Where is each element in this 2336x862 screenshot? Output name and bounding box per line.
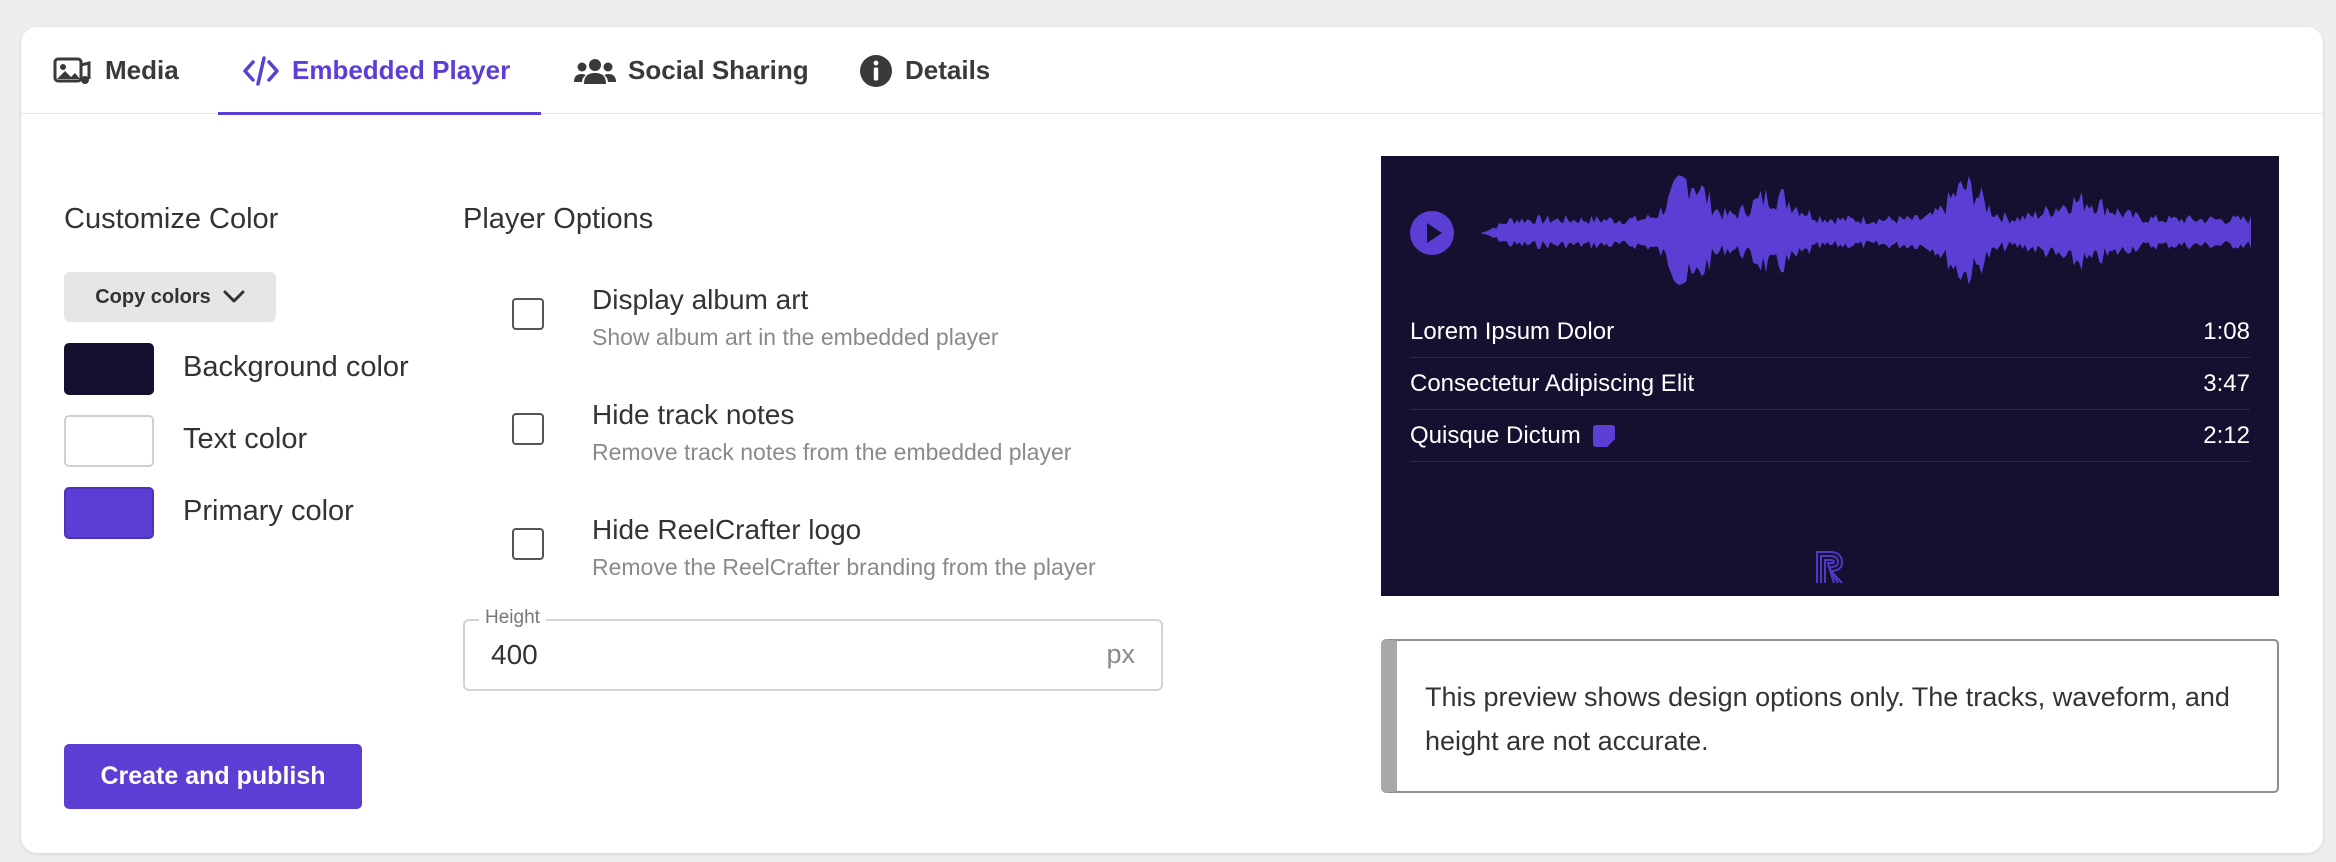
copy-colors-label: Copy colors	[95, 285, 211, 308]
background-color-label: Background color	[183, 351, 409, 383]
tab-media-label: Media	[105, 55, 179, 85]
tab-embedded-player[interactable]: Embedded Player	[218, 27, 541, 115]
hide-logo-title: Hide ReelCrafter logo	[592, 514, 862, 545]
track-title: Consectetur Adipiscing Elit	[1410, 369, 1695, 397]
users-icon	[574, 58, 616, 84]
track-duration: 3:47	[2203, 369, 2250, 397]
text-color-swatch[interactable]	[64, 415, 154, 467]
tab-social-sharing-label: Social Sharing	[628, 55, 809, 85]
height-field: Height px	[463, 607, 1163, 691]
player-preview: Lorem Ipsum Dolor 1:08 Consectetur Adipi…	[1381, 156, 2279, 596]
tab-details-label: Details	[905, 55, 991, 85]
embed-settings-card: Media Embedded Player Social Sharing Det…	[21, 27, 2323, 853]
code-icon	[243, 55, 279, 86]
hide-logo-desc: Remove the ReelCrafter branding from the…	[592, 554, 1096, 580]
copy-colors-button[interactable]: Copy colors	[64, 272, 276, 322]
hide-track-notes-title: Hide track notes	[592, 399, 795, 430]
primary-color-label: Primary color	[183, 495, 354, 527]
player-options-title: Player Options	[463, 203, 654, 235]
hide-logo-checkbox[interactable]	[512, 528, 544, 560]
hide-track-notes-checkbox[interactable]	[512, 413, 544, 445]
reelcrafter-logo-icon	[1816, 551, 1844, 584]
tab-bar: Media Embedded Player Social Sharing Det…	[21, 27, 2323, 115]
tab-details[interactable]: Details	[859, 27, 990, 114]
preview-notice: This preview shows design options only. …	[1381, 639, 2279, 793]
waveform[interactable]	[1481, 158, 2251, 308]
track-row-2[interactable]: Consectetur Adipiscing Elit 3:47	[1410, 358, 2250, 410]
track-row-1[interactable]: Lorem Ipsum Dolor 1:08	[1410, 306, 2250, 358]
play-icon[interactable]	[1410, 211, 1454, 255]
hide-track-notes-desc: Remove track notes from the embedded pla…	[592, 439, 1072, 465]
display-album-art-title: Display album art	[592, 284, 809, 315]
tab-embedded-player-label: Embedded Player	[292, 55, 511, 85]
track-title: Lorem Ipsum Dolor	[1410, 317, 1615, 345]
track-title: Quisque Dictum	[1410, 421, 1581, 449]
tab-social-sharing[interactable]: Social Sharing	[574, 27, 809, 114]
text-color-label: Text color	[183, 423, 308, 455]
media-icon	[53, 57, 91, 84]
display-album-art-checkbox[interactable]	[512, 298, 544, 330]
height-label: Height	[479, 607, 546, 629]
tab-media[interactable]: Media	[53, 27, 179, 114]
create-and-publish-button[interactable]: Create and publish	[64, 744, 362, 809]
primary-color-swatch[interactable]	[64, 487, 154, 539]
track-row-3[interactable]: Quisque Dictum 2:12	[1410, 410, 2250, 462]
track-duration: 2:12	[2203, 421, 2250, 449]
customize-color-title: Customize Color	[64, 203, 279, 235]
background-color-swatch[interactable]	[64, 343, 154, 395]
display-album-art-desc: Show album art in the embedded player	[592, 324, 999, 350]
track-note-icon[interactable]	[1592, 425, 1615, 448]
height-unit: px	[1106, 639, 1135, 669]
info-icon	[860, 54, 892, 87]
track-duration: 1:08	[2203, 317, 2250, 345]
height-input[interactable]	[491, 637, 1051, 673]
chevron-down-icon	[223, 290, 245, 303]
